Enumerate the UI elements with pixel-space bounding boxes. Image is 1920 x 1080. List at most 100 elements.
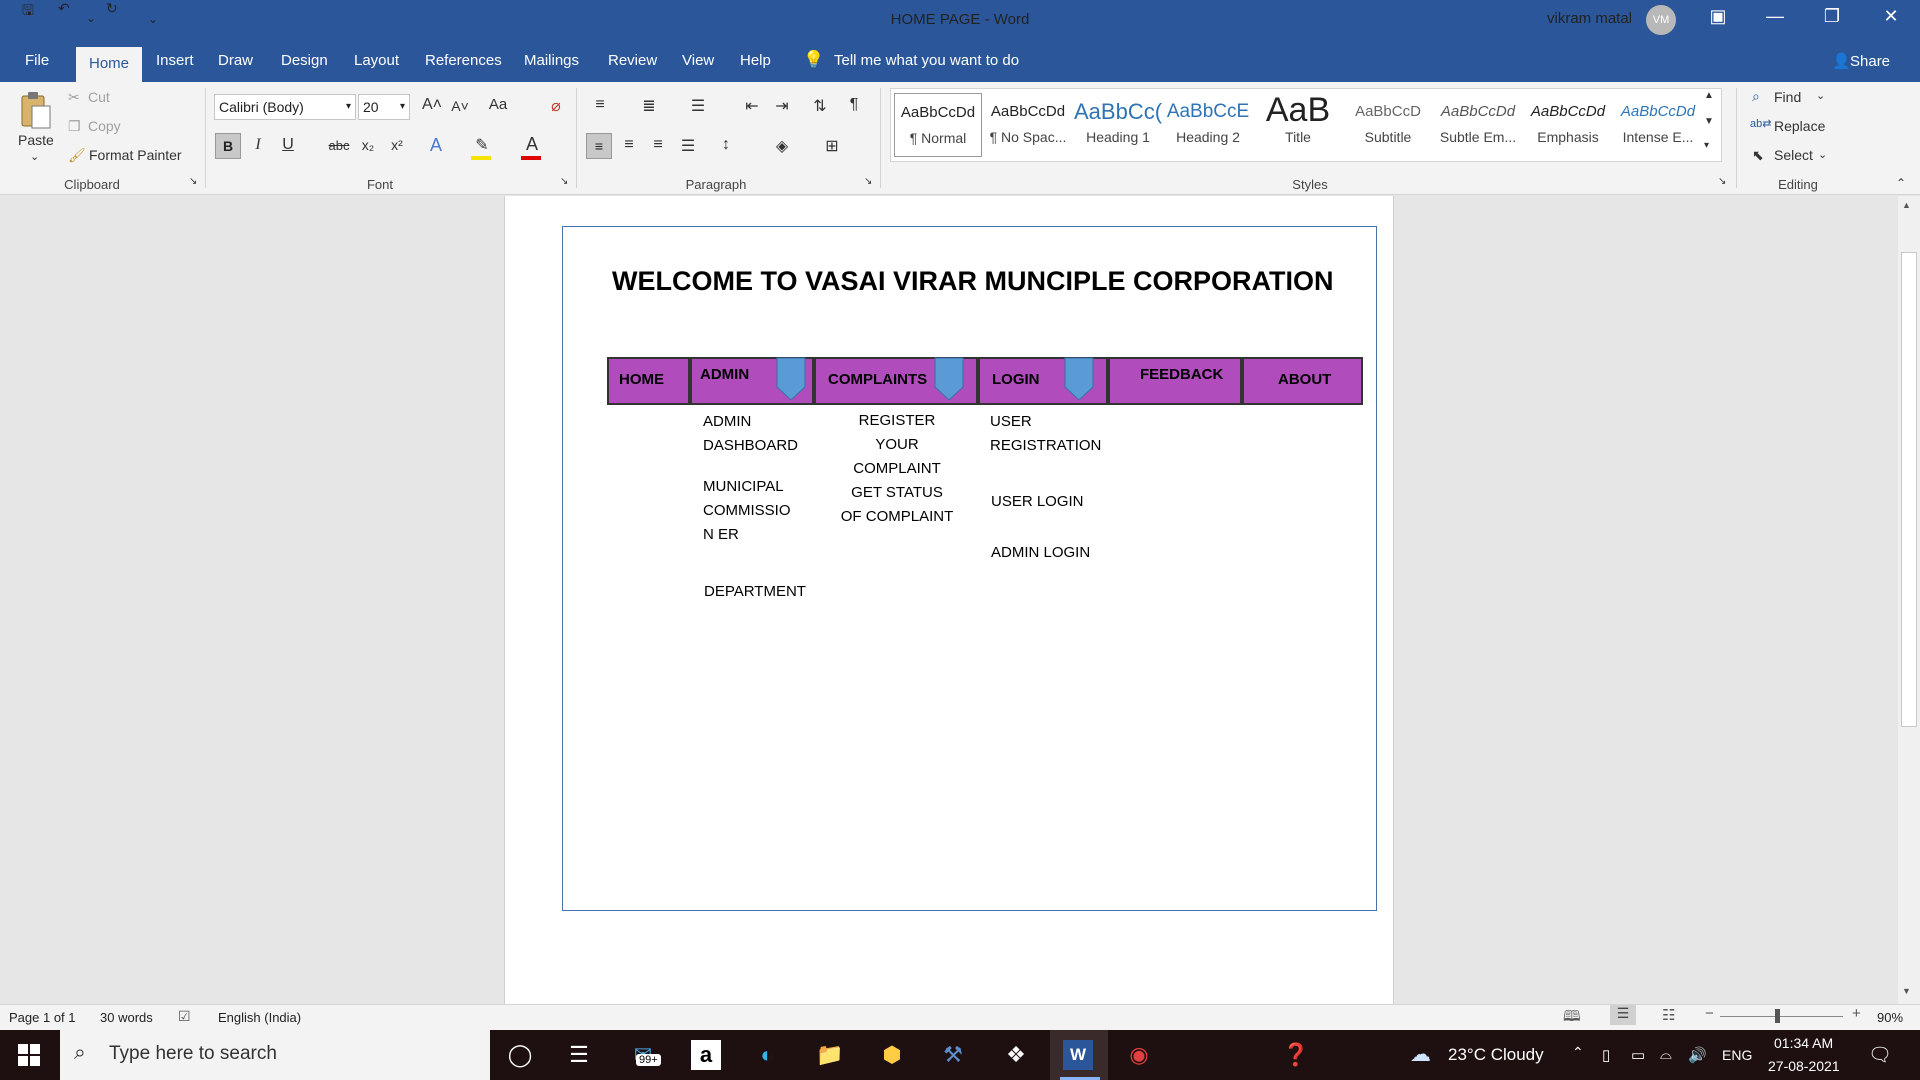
increase-indent-icon[interactable]: ⇥ bbox=[770, 96, 794, 116]
nav-home[interactable]: HOME bbox=[607, 357, 690, 405]
style-heading-1[interactable]: AaBbCc( Heading 1 bbox=[1074, 93, 1162, 157]
replace-button[interactable]: Replace bbox=[1774, 118, 1825, 134]
cloud-weather-icon[interactable]: ☁ bbox=[1410, 1042, 1431, 1067]
tab-design[interactable]: Design bbox=[281, 52, 328, 69]
tab-help[interactable]: Help bbox=[740, 52, 771, 69]
clock-time[interactable]: 01:34 AM bbox=[1774, 1035, 1833, 1051]
clipboard-launcher-icon[interactable]: ↘ bbox=[189, 176, 197, 187]
nav-feedback[interactable]: FEEDBACK bbox=[1108, 357, 1242, 405]
style-subtle-emphasis[interactable]: AaBbCcDd Subtle Em... bbox=[1434, 93, 1522, 157]
complaint-status-item[interactable]: GET STATUS OF COMPLAINT bbox=[840, 481, 954, 529]
align-center-icon[interactable]: ≡ bbox=[617, 136, 641, 154]
bullets-icon[interactable]: ≡ bbox=[588, 96, 612, 114]
font-launcher-icon[interactable]: ↘ bbox=[560, 176, 568, 187]
tell-me-search[interactable]: Tell me what you want to do bbox=[834, 52, 1019, 69]
dropbox-icon[interactable]: ❖ bbox=[1001, 1040, 1031, 1070]
zoom-slider[interactable] bbox=[1720, 1016, 1843, 1017]
select-button[interactable]: Select bbox=[1774, 147, 1813, 163]
task-view-icon[interactable]: ☰ bbox=[564, 1040, 594, 1070]
user-registration-item[interactable]: USER REGISTRATION bbox=[990, 410, 1101, 458]
tab-review[interactable]: Review bbox=[608, 52, 657, 69]
style-title[interactable]: AaB Title bbox=[1254, 93, 1342, 157]
admin-login-item[interactable]: ADMIN LOGIN bbox=[991, 541, 1090, 565]
paste-button[interactable]: Paste bbox=[18, 132, 54, 148]
decrease-indent-icon[interactable]: ⇤ bbox=[740, 96, 764, 116]
italic-button[interactable]: I bbox=[246, 136, 270, 154]
justify-icon[interactable]: ☰ bbox=[676, 136, 700, 156]
tab-references[interactable]: References bbox=[425, 52, 502, 69]
avatar[interactable]: VM bbox=[1646, 5, 1676, 35]
style-emphasis[interactable]: AaBbCcDd Emphasis bbox=[1524, 93, 1612, 157]
minimize-icon[interactable]: — bbox=[1760, 6, 1790, 27]
style-no-spacing[interactable]: AaBbCcDd ¶ No Spac... bbox=[984, 93, 1072, 157]
grow-font-icon[interactable]: A˄ bbox=[420, 96, 444, 114]
tab-draw[interactable]: Draw bbox=[218, 52, 253, 69]
notifications-icon[interactable]: 🗨 bbox=[1868, 1043, 1892, 1067]
numbering-icon[interactable]: ≣ bbox=[637, 96, 661, 116]
admin-dropdown-marker[interactable] bbox=[776, 357, 806, 401]
select-dropdown-icon[interactable]: ⌄ bbox=[1818, 148, 1827, 161]
collapse-ribbon-icon[interactable]: ⌃ bbox=[1896, 176, 1906, 190]
zoom-in-icon[interactable]: + bbox=[1852, 1005, 1861, 1022]
styles-launcher-icon[interactable]: ↘ bbox=[1718, 176, 1726, 187]
find-button[interactable]: Find bbox=[1774, 89, 1801, 105]
highlight-icon[interactable]: ✎ bbox=[470, 135, 494, 155]
read-mode-icon[interactable]: 🕮 bbox=[1563, 1006, 1581, 1031]
font-size-dropdown-icon[interactable]: ▾ bbox=[400, 95, 405, 119]
align-right-icon[interactable]: ≡ bbox=[646, 136, 670, 154]
department-item[interactable]: DEPARTMENT bbox=[704, 580, 806, 604]
change-case-icon[interactable]: Aa bbox=[486, 96, 510, 113]
print-layout-icon[interactable]: ☰ bbox=[1610, 1005, 1636, 1025]
show-formatting-icon[interactable]: ¶ bbox=[842, 96, 866, 114]
tab-file[interactable]: File bbox=[25, 52, 49, 69]
file-explorer-icon[interactable]: 📁 bbox=[815, 1040, 845, 1070]
municipal-commissioner-item[interactable]: MUNICIPAL COMMISSION ER bbox=[703, 475, 795, 547]
clear-formatting-icon[interactable]: ⌀ bbox=[544, 96, 568, 116]
share-button[interactable]: Share bbox=[1850, 53, 1890, 70]
zoom-out-icon[interactable]: − bbox=[1705, 1005, 1714, 1022]
font-name-dropdown-icon[interactable]: ▾ bbox=[346, 95, 351, 119]
word-app-icon[interactable]: W bbox=[1063, 1040, 1093, 1070]
copy-button[interactable]: Copy bbox=[88, 118, 121, 134]
input-language[interactable]: ENG bbox=[1722, 1047, 1752, 1063]
strikethrough-button[interactable]: abc bbox=[327, 138, 351, 153]
proofing-icon[interactable]: ☑ bbox=[178, 1008, 191, 1025]
style-normal[interactable]: AaBbCcDd ¶ Normal bbox=[894, 93, 982, 157]
superscript-button[interactable]: x² bbox=[385, 137, 409, 153]
nav-about[interactable]: ABOUT bbox=[1242, 357, 1363, 405]
sql-server-icon[interactable]: ⚒ bbox=[938, 1040, 968, 1070]
user-login-item[interactable]: USER LOGIN bbox=[991, 490, 1084, 514]
zoom-level[interactable]: 90% bbox=[1877, 1010, 1903, 1025]
align-left-button[interactable]: ≡ bbox=[586, 133, 612, 159]
scroll-up-icon[interactable]: ▲ bbox=[1902, 200, 1911, 210]
close-icon[interactable]: ✕ bbox=[1876, 6, 1906, 27]
font-color-icon[interactable]: A bbox=[520, 134, 544, 155]
underline-button[interactable]: U bbox=[276, 136, 300, 154]
cut-button[interactable]: Cut bbox=[88, 89, 110, 105]
clock-date[interactable]: 27-08-2021 bbox=[1768, 1058, 1840, 1074]
page-frame-rectangle[interactable] bbox=[562, 226, 1377, 911]
volume-icon[interactable]: 🔊 bbox=[1688, 1046, 1707, 1064]
tab-home[interactable]: Home bbox=[76, 47, 142, 82]
line-spacing-icon[interactable]: ↕ bbox=[714, 136, 738, 154]
word-count[interactable]: 30 words bbox=[100, 1010, 153, 1025]
scroll-down-icon[interactable]: ▼ bbox=[1902, 986, 1911, 996]
device-icon[interactable]: ▯ bbox=[1602, 1046, 1610, 1064]
font-name-combo[interactable]: Calibri (Body) ▾ bbox=[214, 94, 356, 120]
tab-layout[interactable]: Layout bbox=[354, 52, 399, 69]
login-dropdown-marker[interactable] bbox=[1064, 357, 1094, 401]
multilevel-list-icon[interactable]: ☰ bbox=[686, 96, 710, 116]
tab-view[interactable]: View bbox=[682, 52, 714, 69]
chrome-icon[interactable]: ◉ bbox=[1124, 1040, 1154, 1070]
amazon-icon[interactable]: a bbox=[691, 1040, 721, 1070]
weather-text[interactable]: 23°C Cloudy bbox=[1448, 1045, 1544, 1065]
find-dropdown-icon[interactable]: ⌄ bbox=[1816, 89, 1825, 102]
style-heading-2[interactable]: AaBbCcE Heading 2 bbox=[1164, 93, 1252, 157]
shading-icon[interactable]: ◈ bbox=[770, 136, 794, 156]
text-effects-icon[interactable]: A bbox=[424, 135, 448, 156]
wifi-icon[interactable]: ⌓ bbox=[1660, 1046, 1672, 1063]
tab-insert[interactable]: Insert bbox=[156, 52, 194, 69]
bold-button[interactable]: B bbox=[215, 133, 241, 159]
shrink-font-icon[interactable]: A˅ bbox=[448, 98, 472, 114]
font-size-combo[interactable]: 20 ▾ bbox=[358, 94, 410, 120]
